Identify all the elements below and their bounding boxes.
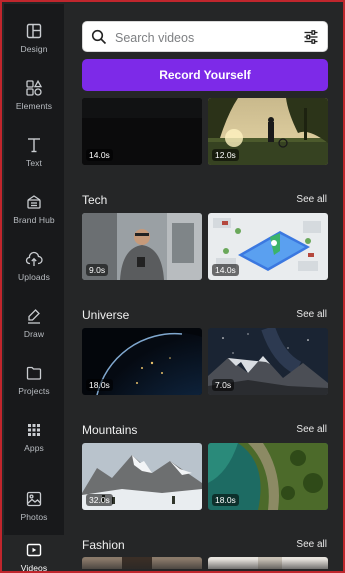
video-thumbnail[interactable]: 12.0s bbox=[208, 98, 328, 165]
sidebar-item-projects[interactable]: Projects bbox=[4, 352, 64, 408]
see-all-tech-link[interactable]: See all bbox=[296, 194, 327, 205]
scroll-fade bbox=[64, 559, 341, 569]
projects-icon bbox=[25, 364, 43, 382]
sidebar-item-text[interactable]: Text bbox=[4, 124, 64, 180]
app-frame: Design Elements Text Brand Hub Uploads D… bbox=[0, 0, 345, 573]
brand-hub-icon bbox=[25, 193, 43, 211]
sidebar-item-label: Design bbox=[20, 44, 48, 54]
sidebar-item-photos[interactable]: Photos bbox=[4, 478, 64, 534]
video-thumbnail[interactable]: 9.0s bbox=[82, 213, 202, 280]
duration-badge: 32.0s bbox=[86, 494, 113, 506]
sidebar-item-label: Draw bbox=[23, 329, 45, 339]
duration-badge: 7.0s bbox=[212, 379, 235, 391]
design-icon bbox=[25, 22, 43, 40]
sidebar-item-label: Uploads bbox=[18, 272, 50, 282]
section-title-fashion: Fashion bbox=[82, 538, 125, 552]
sidebar-item-videos[interactable]: Videos bbox=[4, 535, 64, 573]
photos-icon bbox=[25, 490, 43, 508]
sidebar-item-apps[interactable]: Apps bbox=[4, 409, 64, 465]
sidebar-item-label: Text bbox=[26, 158, 42, 168]
video-thumbnail[interactable]: 7.0s bbox=[208, 328, 328, 395]
duration-badge: 14.0s bbox=[212, 264, 239, 276]
sidebar-item-draw[interactable]: Draw bbox=[4, 295, 64, 351]
sidebar-item-elements[interactable]: Elements bbox=[4, 67, 64, 123]
video-thumbnail[interactable]: 18.0s bbox=[82, 328, 202, 395]
video-thumbnail[interactable]: 14.0s bbox=[82, 98, 202, 165]
search-input[interactable] bbox=[113, 22, 297, 53]
search-box bbox=[82, 21, 328, 53]
see-all-fashion-link[interactable]: See all bbox=[296, 539, 327, 550]
sidebar-item-label: Videos bbox=[20, 563, 48, 573]
record-yourself-button[interactable]: Record Yourself bbox=[82, 59, 328, 91]
search-icon bbox=[91, 29, 107, 45]
uploads-icon bbox=[25, 250, 43, 268]
text-icon bbox=[25, 136, 43, 154]
sidebar-rail: Design Elements Text Brand Hub Uploads D… bbox=[4, 4, 64, 571]
video-thumbnail[interactable]: 14.0s bbox=[208, 213, 328, 280]
videos-panel: Record Yourself 14.0s 12.0s Tech bbox=[64, 4, 341, 569]
duration-badge: 9.0s bbox=[86, 264, 109, 276]
filter-icon[interactable] bbox=[303, 29, 319, 45]
duration-badge: 18.0s bbox=[212, 494, 239, 506]
sidebar-item-brand-hub[interactable]: Brand Hub bbox=[4, 181, 64, 237]
sidebar-item-design[interactable]: Design bbox=[4, 10, 64, 66]
section-title-tech: Tech bbox=[82, 193, 108, 207]
video-thumbnail[interactable]: 18.0s bbox=[208, 443, 328, 510]
sidebar-item-label: Brand Hub bbox=[13, 215, 55, 225]
sidebar-item-label: Photos bbox=[20, 512, 48, 522]
section-title-universe: Universe bbox=[82, 308, 130, 322]
see-all-universe-link[interactable]: See all bbox=[296, 309, 327, 320]
draw-icon bbox=[25, 307, 43, 325]
sidebar-item-label: Apps bbox=[24, 443, 44, 453]
elements-icon bbox=[25, 79, 43, 97]
apps-icon bbox=[25, 421, 43, 439]
sidebar-item-label: Elements bbox=[15, 101, 53, 111]
videos-icon bbox=[25, 541, 43, 559]
video-thumbnail[interactable]: 32.0s bbox=[82, 443, 202, 510]
sidebar-item-label: Projects bbox=[18, 386, 50, 396]
section-title-mountains: Mountains bbox=[82, 423, 138, 437]
sidebar-item-uploads[interactable]: Uploads bbox=[4, 238, 64, 294]
duration-badge: 14.0s bbox=[86, 149, 113, 161]
duration-badge: 12.0s bbox=[212, 149, 239, 161]
see-all-mountains-link[interactable]: See all bbox=[296, 424, 327, 435]
duration-badge: 18.0s bbox=[86, 379, 113, 391]
